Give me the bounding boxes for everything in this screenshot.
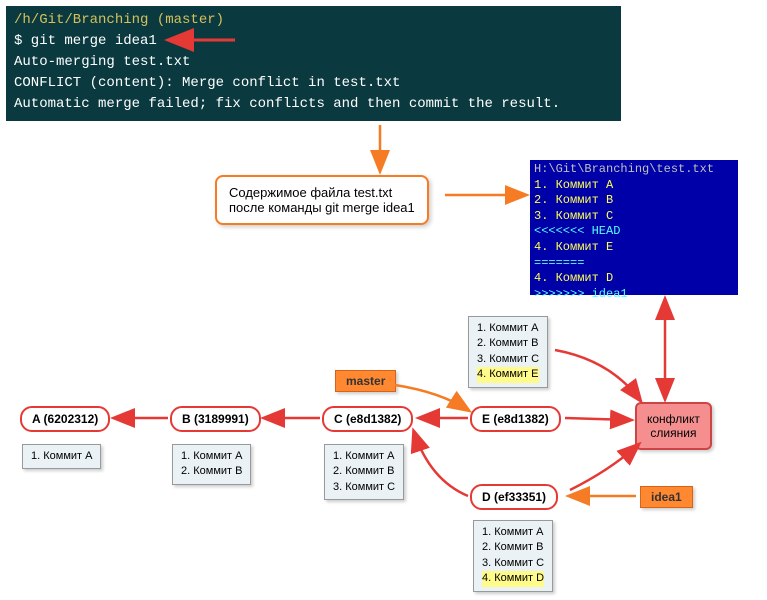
editor-branch-marker: >>>>>>> idea1: [534, 287, 734, 303]
editor-l4: 4. Коммит E: [534, 240, 734, 256]
commit-node-b: B (3189991): [170, 406, 261, 432]
editor-head-marker: <<<<<<< HEAD: [534, 224, 734, 240]
file-a-l1: 1. Коммит A: [31, 449, 92, 464]
file-d-l1: 1. Коммит A: [482, 525, 544, 540]
file-d-l2: 2. Коммит B: [482, 540, 544, 555]
file-box-a: 1. Коммит A: [22, 444, 101, 469]
file-c-l3: 3. Коммит C: [333, 480, 395, 495]
editor-window: H:\Git\Branching\test.txt 1. Коммит A 2.…: [530, 160, 738, 295]
terminal-output-1: Auto-merging test.txt: [14, 52, 613, 73]
editor-l3: 3. Коммит C: [534, 209, 734, 225]
terminal-window: /h/Git/Branching (master) $ git merge id…: [6, 6, 621, 121]
commit-node-c: C (e8d1382): [322, 406, 413, 432]
conflict-box: конфликт слияния: [635, 402, 712, 450]
callout-line-2: после команды git merge idea1: [229, 200, 415, 215]
commit-node-a: A (6202312): [20, 406, 110, 432]
file-e-l4: 4. Коммит E: [477, 367, 539, 382]
terminal-command: $ git merge idea1: [14, 31, 613, 52]
file-box-b: 1. Коммит A 2. Коммит B: [172, 444, 251, 485]
terminal-output-3: Automatic merge failed; fix conflicts an…: [14, 94, 613, 115]
file-b-l2: 2. Коммит B: [181, 464, 242, 479]
file-b-l1: 1. Коммит A: [181, 449, 242, 464]
editor-header: H:\Git\Branching\test.txt: [534, 162, 734, 178]
file-d-l3: 3. Коммит C: [482, 556, 544, 571]
editor-sep-marker: =======: [534, 256, 734, 272]
conflict-l1: конфликт: [647, 412, 700, 426]
branch-idea1: idea1: [640, 486, 693, 508]
commit-node-e: E (e8d1382): [470, 406, 561, 432]
file-box-d: 1. Коммит A 2. Коммит B 3. Коммит C 4. К…: [473, 520, 553, 592]
conflict-l2: слияния: [647, 426, 700, 440]
branch-master: master: [335, 370, 396, 392]
editor-l2: 2. Коммит B: [534, 193, 734, 209]
file-e-l2: 2. Коммит B: [477, 336, 539, 351]
file-e-l3: 3. Коммит C: [477, 352, 539, 367]
file-c-l2: 2. Коммит B: [333, 464, 395, 479]
commit-node-d: D (ef33351): [470, 484, 558, 510]
file-box-e: 1. Коммит A 2. Коммит B 3. Коммит C 4. К…: [468, 316, 548, 388]
editor-l5: 4. Коммит D: [534, 271, 734, 287]
file-c-l1: 1. Коммит A: [333, 449, 395, 464]
file-e-l1: 1. Коммит A: [477, 321, 539, 336]
file-d-l4: 4. Коммит D: [482, 571, 544, 586]
file-box-c: 1. Коммит A 2. Коммит B 3. Коммит C: [324, 444, 404, 500]
callout-file-content: Содержимое файла test.txt после команды …: [215, 175, 429, 225]
terminal-path: /h/Git/Branching (master): [14, 10, 613, 31]
callout-line-1: Содержимое файла test.txt: [229, 185, 415, 200]
editor-l1: 1. Коммит A: [534, 178, 734, 194]
terminal-output-2: CONFLICT (content): Merge conflict in te…: [14, 73, 613, 94]
